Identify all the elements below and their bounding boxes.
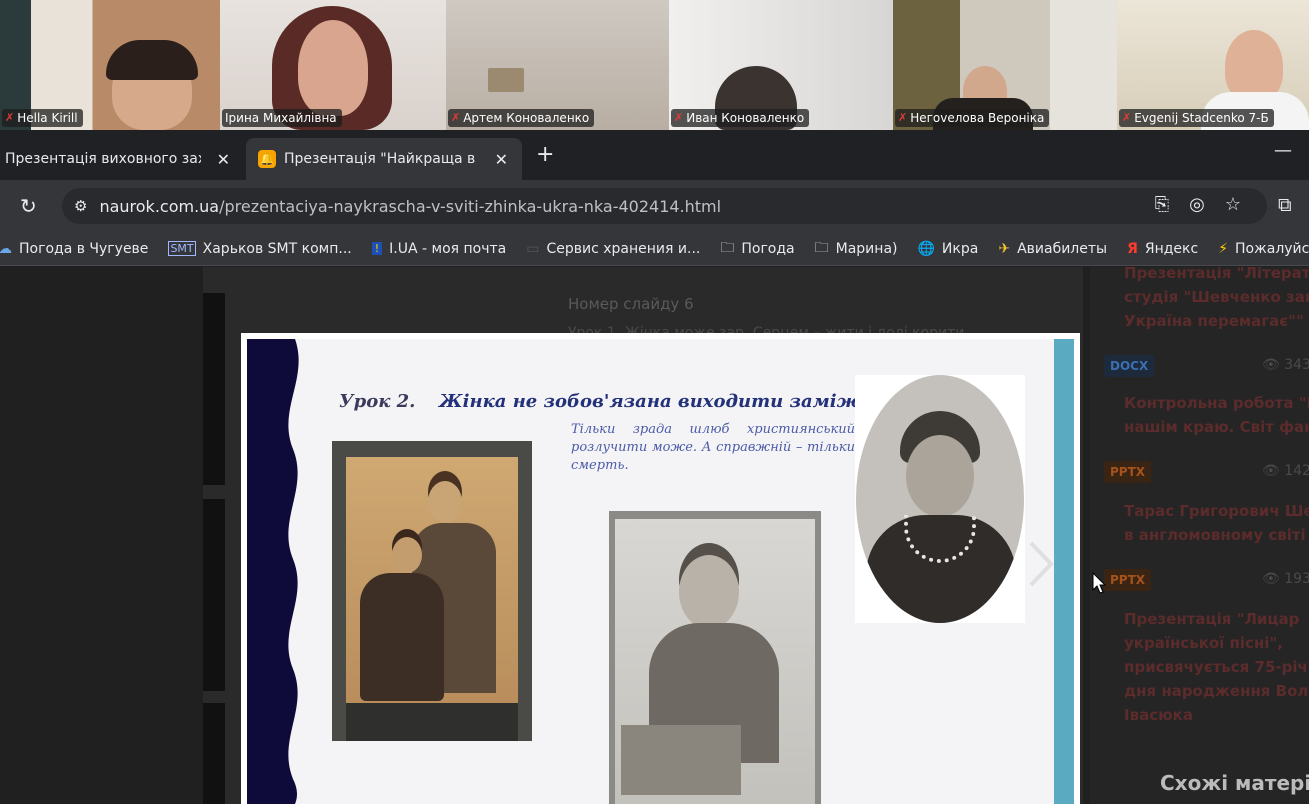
mouse-cursor-icon — [1092, 572, 1106, 594]
related-item-title[interactable]: Презентація "Літерату студія "Шевченко за… — [1124, 267, 1309, 333]
related-item-title[interactable]: Контрольна робота "Р нашім краю. Світ фан… — [1124, 391, 1309, 439]
bookmark-item[interactable]: 🌐 Икра — [917, 241, 978, 257]
participant-tile[interactable]: ✗ Evgenij Stadcenko 7-Б — [1117, 0, 1309, 130]
close-icon[interactable]: ✕ — [217, 150, 230, 169]
wave-border-decoration — [247, 339, 299, 804]
tab-presentation-best[interactable]: 🔔 Презентація "Найкраща в світі ✕ — [246, 138, 522, 180]
bookmark-item[interactable]: ☁Погода в Чугуеве — [0, 241, 148, 257]
slide-thumbnail[interactable] — [203, 293, 225, 485]
participant-tile[interactable]: ✗ Артем Коноваленко — [446, 0, 669, 130]
mic-off-icon: ✗ — [674, 111, 684, 124]
bookmark-item[interactable]: Я Яндекс — [1127, 241, 1198, 257]
tab-title: Презентація виховного заходу — [5, 151, 201, 167]
participant-name-tag: Ірина Михайлівна — [222, 109, 342, 127]
folder-icon: 🗀 — [720, 239, 735, 256]
participant-tile-speaking[interactable]: Ірина Михайлівна — [220, 0, 446, 130]
address-bar[interactable]: ⚙ naurok.com.ua/prezentaciya-naykrascha-… — [62, 188, 1267, 224]
extensions-icon[interactable]: ⧉ — [1278, 194, 1292, 216]
slide-quote: Тільки зрада шлюб християнський розлучит… — [571, 422, 855, 473]
participant-name-tag: ✗ Hella Kirill — [2, 109, 83, 127]
browser-tab-bar: Презентація виховного заходу ✕ 🔔 Презент… — [0, 130, 1309, 180]
eye-icon: 👁 — [1262, 357, 1285, 373]
mic-off-icon: ✗ — [1122, 111, 1132, 124]
similar-materials-heading: Схожі матеріа — [1160, 771, 1309, 795]
view-count: 👁 142 — [1262, 463, 1309, 479]
participant-name-tag: ✗ Evgenij Stadcenko 7-Б — [1119, 109, 1274, 127]
bookmark-item[interactable]: ! I.UA - моя почта — [371, 241, 506, 257]
bookmarks-bar: ☁Погода в Чугуеве SMTХарьков SMT комп...… — [0, 232, 1309, 266]
yandex-icon: Я — [1127, 240, 1138, 257]
video-call-strip: ✗ Hella Kirill Ірина Михайлівна ✗ Артем Ко… — [0, 0, 1309, 130]
slide-number-label: Номер слайду 6 — [568, 295, 694, 313]
participant-tile[interactable]: ✗ Иван Коноваленко — [669, 0, 893, 130]
plane-icon: ✈ — [998, 240, 1011, 257]
warning-icon: ⚡ — [1218, 240, 1229, 257]
eye-icon: 👁 — [1262, 571, 1285, 587]
eye-icon: 👁 — [1262, 463, 1285, 479]
tab-presentation-event[interactable]: Презентація виховного заходу ✕ — [0, 138, 244, 180]
cloud-icon: ☁ — [0, 241, 12, 257]
participant-tile[interactable]: ✗ Hella Kirill — [0, 0, 220, 130]
related-item-title[interactable]: Презентація "Лицар української пісні", при… — [1124, 607, 1309, 727]
mic-off-icon: ✗ — [451, 111, 461, 124]
new-tab-button[interactable]: + — [536, 142, 554, 167]
smt-logo-icon: SMT — [168, 241, 196, 256]
participant-name-tag: ✗ Артем Коноваленко — [448, 109, 595, 127]
photo-sepia-two-women — [332, 441, 532, 741]
url-text[interactable]: naurok.com.ua/prezentaciya-naykrascha-v-… — [99, 197, 721, 216]
bookmark-star-icon[interactable]: ☆ — [1225, 194, 1241, 215]
view-count: 👁 193 — [1262, 571, 1309, 587]
bookmark-folder[interactable]: 🗀 Марина) — [815, 237, 898, 261]
participant-name-tag: ✗ Иван Коноваленко — [671, 109, 810, 127]
mic-off-icon: ✗ — [5, 111, 15, 124]
bookmark-item[interactable]: ⚡Пожалуйста, подт — [1218, 241, 1309, 257]
slide-image: Урок 2. Жінка не зобов'язана виходити за… — [247, 339, 1074, 804]
photo-oval-portrait — [855, 375, 1025, 623]
related-item-title[interactable]: Тарас Григорович Шев в англомовному світі — [1124, 499, 1309, 547]
tracking-protection-icon[interactable]: ◎ — [1189, 194, 1205, 215]
bookmark-folder[interactable]: 🗀 Погода — [720, 237, 794, 261]
site-info-icon[interactable]: ⚙ — [74, 197, 87, 215]
bookmark-item[interactable]: ▭ Сервис хранения и... — [526, 241, 700, 257]
bookmark-item[interactable]: SMT Харьков SMT комп... — [168, 241, 352, 257]
photo-woman-seated — [609, 511, 821, 804]
related-materials-sidebar: Презентація "Літерату студія "Шевченко за… — [1090, 267, 1309, 804]
reload-icon[interactable]: ↻ — [20, 194, 37, 218]
storage-icon: ▭ — [526, 240, 540, 257]
participant-tile[interactable]: ✗ Негоvелова Вероніка — [893, 0, 1117, 130]
lesson-label: Урок 2. — [339, 391, 416, 412]
slide-thumbnail[interactable] — [203, 703, 225, 804]
mic-off-icon: ✗ — [898, 111, 908, 124]
globe-icon: 🌐 — [917, 240, 935, 257]
bookmark-item[interactable]: ✈ Авиабилеты — [998, 241, 1107, 257]
file-type-badge: PPTX — [1104, 569, 1152, 591]
install-app-icon[interactable]: ⎘ — [1155, 194, 1169, 215]
close-icon[interactable]: ✕ — [495, 150, 508, 169]
folder-icon: 🗀 — [814, 239, 829, 256]
chevron-right-icon[interactable] — [1023, 539, 1059, 589]
naurok-favicon-icon: 🔔 — [258, 150, 276, 168]
lesson-title: Жінка не зобов'язана виходити заміж. — [439, 391, 867, 412]
file-type-badge: DOCX — [1104, 355, 1155, 377]
view-count: 👁 343 — [1262, 357, 1309, 373]
iua-logo-icon: ! — [371, 242, 383, 255]
slide-thumbnail[interactable] — [203, 499, 225, 691]
file-type-badge: PPTX — [1104, 461, 1152, 483]
minimize-button[interactable]: — — [1274, 140, 1292, 161]
participant-name-tag: ✗ Негоvелова Вероніка — [895, 109, 1050, 127]
browser-toolbar: ↻ ⚙ naurok.com.ua/prezentaciya-naykrasch… — [0, 180, 1309, 232]
tab-title: Презентація "Найкраща в світі — [284, 151, 480, 167]
